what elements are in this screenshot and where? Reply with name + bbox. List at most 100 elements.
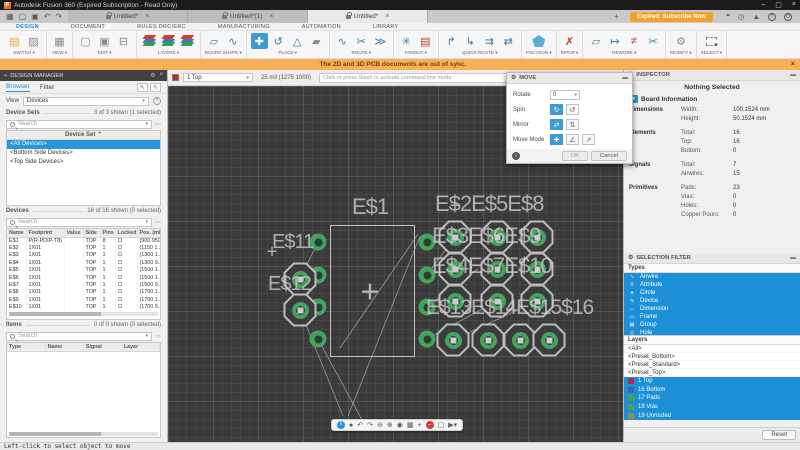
type-row[interactable]: ↔ Dimension — [624, 305, 800, 313]
locked-checkbox[interactable] — [117, 267, 122, 272]
minimize-button[interactable]: – — [761, 1, 765, 9]
octagon-pad[interactable] — [283, 293, 317, 327]
close-button[interactable]: × — [792, 1, 796, 9]
close-tab-icon[interactable]: × — [269, 13, 273, 20]
device-set-row[interactable]: <All Devices> — [7, 140, 160, 149]
devices-search-input[interactable]: Search ▾ — [6, 217, 152, 227]
more-options-icon[interactable]: ⋯ — [155, 121, 161, 128]
toolbar-group-label[interactable]: POLYGON ▾ — [526, 50, 552, 56]
device-row[interactable]: E$6 1X01 TOP 1 (1500 1... — [7, 273, 160, 282]
column-header[interactable]: Pins — [100, 229, 116, 238]
wrench-icon[interactable]: ⚙ — [672, 33, 689, 49]
device-row[interactable]: E$5 1X01 TOP 1 (1500 1... — [7, 266, 160, 274]
board-outline-icon[interactable]: ▱ — [205, 33, 222, 49]
route-wire-icon[interactable]: ∿ — [334, 33, 351, 49]
toolbar-group-label[interactable]: QUICK ROUTE ▾ — [462, 50, 498, 56]
more-options-icon[interactable]: ⋯ — [155, 219, 161, 226]
menu-rules-drc-erc[interactable]: RULES DRC/ERC — [121, 24, 202, 30]
locked-checkbox[interactable] — [117, 252, 122, 257]
device-set-row[interactable]: <Bottom Side Devices> — [7, 149, 160, 158]
minimize-dialog-icon[interactable]: ▬ — [622, 75, 628, 81]
select-add-cursor-button[interactable]: ↖ — [150, 82, 161, 92]
route-scissors-icon[interactable]: ✂ — [353, 33, 370, 49]
octagon-pad[interactable] — [436, 323, 470, 357]
close-tab-icon[interactable]: × — [145, 13, 149, 20]
cancel-button[interactable]: Cancel — [590, 151, 627, 161]
type-row[interactable]: ▦ Group — [624, 321, 800, 329]
octagon-pad[interactable] — [532, 323, 566, 357]
quick-route-icon[interactable]: ↱ — [443, 33, 460, 49]
rework-arrow-icon[interactable]: ↦ — [606, 33, 623, 49]
view-select[interactable]: Devices ▾ — [22, 96, 149, 106]
ic-pad[interactable] — [418, 330, 436, 348]
gear-icon[interactable]: ⚙ — [150, 72, 155, 79]
move-mode-vector-button[interactable]: ↗ — [582, 134, 595, 145]
zoom-out-icon[interactable]: ⊖ — [377, 422, 383, 429]
layer-row[interactable]: 1 Top — [624, 377, 800, 386]
layer-row[interactable]: 18 Vias — [624, 402, 800, 412]
trash-icon[interactable]: ⊟ — [115, 33, 132, 49]
clock-icon[interactable]: ◷ — [738, 12, 745, 21]
type-row[interactable]: A Attribute — [624, 281, 800, 289]
subscribe-button[interactable]: Expired: Subscribe Now — [629, 11, 713, 22]
banner-close-icon[interactable]: × — [786, 61, 800, 68]
horizontal-scrollbar[interactable] — [9, 432, 158, 436]
zoom-fit-icon[interactable]: ◉ — [397, 422, 403, 429]
zoom-in-icon[interactable]: ⊕ — [387, 422, 393, 429]
help-icon[interactable]: ? — [153, 97, 161, 105]
menu-design[interactable]: DESIGN — [0, 24, 55, 30]
route-multi-icon[interactable]: ≫ — [372, 33, 389, 49]
toolbar-group-label[interactable]: VIEW ▾ — [52, 50, 67, 56]
app-grid-icon[interactable]: ▦ — [6, 12, 14, 21]
layers-icon[interactable] — [141, 33, 158, 49]
locked-checkbox[interactable] — [117, 289, 122, 294]
tab-browser[interactable]: Browser — [6, 83, 30, 92]
device-row[interactable]: E$1 P(R-PDIP-T8) TOP 8 (900 950) — [7, 237, 160, 245]
more-options-icon[interactable]: ⋯ — [155, 333, 161, 340]
column-header[interactable]: Value — [64, 229, 84, 238]
layer-preset-row[interactable]: <Preset_Top> — [624, 369, 800, 377]
document-tab[interactable]: Untitled*(1) × — [188, 10, 309, 23]
mirror-v-button[interactable]: ⇅ — [566, 119, 579, 130]
column-header[interactable]: Footprint — [26, 229, 65, 238]
toolbar-group-label[interactable]: LAYERS ▾ — [158, 50, 179, 56]
octagon-pad[interactable] — [471, 323, 505, 357]
rework-diff-icon[interactable]: ≠ — [625, 33, 642, 49]
save-icon[interactable]: ▣ — [31, 12, 39, 21]
move-icon[interactable]: ✚ — [250, 33, 268, 49]
fanout-stack-icon[interactable]: ▤ — [417, 33, 434, 49]
select-cursor-button[interactable]: ↖ — [137, 82, 148, 92]
stop-icon[interactable]: – — [425, 421, 434, 429]
locked-checkbox[interactable] — [117, 237, 122, 242]
device-row[interactable]: E$7 1X01 TOP 1 (1500 9... — [7, 281, 160, 289]
place-flag-icon[interactable]: ▰ — [308, 33, 325, 49]
device-row[interactable]: E$3 1X01 TOP 1 (1300 1... — [7, 251, 160, 260]
locked-checkbox[interactable] — [117, 304, 122, 309]
column-header[interactable]: Side — [83, 229, 101, 238]
locked-checkbox[interactable] — [117, 282, 122, 287]
switch-board-icon[interactable]: ▤ — [6, 33, 23, 49]
layer-settings-icon[interactable] — [160, 33, 177, 49]
select-window-icon[interactable] — [703, 33, 720, 49]
locked-checkbox[interactable] — [117, 296, 122, 301]
select-window-icon[interactable]: ▢ — [438, 422, 445, 429]
new-doc-icon[interactable]: ▢ — [77, 33, 94, 49]
crosshair-icon[interactable]: + — [417, 422, 421, 429]
device-row[interactable]: E$10 1X01 TOP 1 (1700 9... — [7, 303, 160, 311]
locked-checkbox[interactable] — [117, 245, 122, 250]
view-grid-icon[interactable]: ▦ — [51, 33, 68, 49]
document-tab[interactable]: Untitled* × — [68, 10, 189, 23]
quick-route-bundle-icon[interactable]: ⇉ — [481, 33, 498, 49]
type-row[interactable]: ● Circle — [624, 289, 800, 297]
toolbar-group-label[interactable]: BOARD SHAPE ▾ — [205, 50, 242, 56]
move-mode-free-button[interactable]: ✚ — [550, 134, 563, 145]
quick-route-swap-icon[interactable]: ⇄ — [500, 33, 517, 49]
grid-settings-icon[interactable]: ▦ — [407, 422, 414, 429]
toolbar-group-label[interactable]: SWITCH ▾ — [13, 50, 35, 56]
items-search-input[interactable]: Search ▾ — [6, 331, 152, 341]
horizontal-scrollbar[interactable] — [9, 311, 158, 316]
locked-checkbox[interactable] — [117, 259, 122, 264]
column-header[interactable]: Locked — [115, 229, 138, 238]
type-row[interactable]: ∿ Airwire — [624, 273, 800, 281]
column-header[interactable]: Pos. (mil) — [137, 229, 160, 238]
